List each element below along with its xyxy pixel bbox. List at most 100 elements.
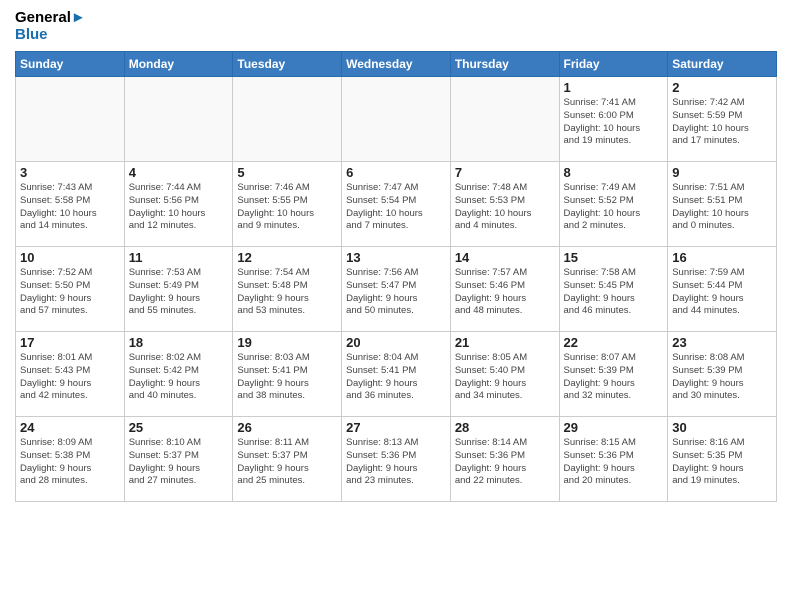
day-cell: 20Sunrise: 8:04 AM Sunset: 5:41 PM Dayli… [342,332,451,417]
day-number: 12 [237,250,337,265]
day-info: Sunrise: 8:08 AM Sunset: 5:39 PM Dayligh… [672,352,772,403]
day-number: 4 [129,165,229,180]
logo-text: General► Blue [15,10,86,43]
day-info: Sunrise: 7:43 AM Sunset: 5:58 PM Dayligh… [20,182,120,233]
day-number: 19 [237,335,337,350]
weekday-header-friday: Friday [559,52,668,77]
day-info: Sunrise: 8:13 AM Sunset: 5:36 PM Dayligh… [346,437,446,488]
weekday-header-saturday: Saturday [668,52,777,77]
day-cell: 14 Sunrise: 7:57 AM Sunset: 5:46 PM Dayli… [450,247,559,332]
calendar-table: SundayMondayTuesdayWednesdayThursdayFrid… [15,51,777,502]
week-row-1: 1 Sunrise: 7:41 AM Sunset: 6:00 PM Daylig… [16,77,777,162]
day-info: Sunrise: 7:41 AM Sunset: 6:00 PM Dayligh… [564,97,664,148]
header: General► Blue [15,10,777,43]
day-number: 30 [672,420,772,435]
day-number: 13 [346,250,446,265]
day-cell: 29 Sunrise: 8:15 AM Sunset: 5:36 PM Dayli… [559,417,668,502]
day-number: 15 [564,250,664,265]
day-cell: 12 Sunrise: 7:54 AM Sunset: 5:48 PM Dayli… [233,247,342,332]
day-info: Sunrise: 8:02 AM Sunset: 5:42 PM Dayligh… [129,352,229,403]
day-cell: 9 Sunrise: 7:51 AM Sunset: 5:51 PM Daylig… [668,162,777,247]
day-cell: 21Sunrise: 8:05 AM Sunset: 5:40 PM Dayli… [450,332,559,417]
weekday-header-thursday: Thursday [450,52,559,77]
weekday-header-tuesday: Tuesday [233,52,342,77]
day-number: 25 [129,420,229,435]
day-info: Sunrise: 8:11 AM Sunset: 5:37 PM Dayligh… [237,437,337,488]
day-info: Sunrise: 7:52 AM Sunset: 5:50 PM Dayligh… [20,267,120,318]
day-info: Sunrise: 8:15 AM Sunset: 5:36 PM Dayligh… [564,437,664,488]
day-cell: 24Sunrise: 8:09 AM Sunset: 5:38 PM Dayli… [16,417,125,502]
day-cell: 3 Sunrise: 7:43 AM Sunset: 5:58 PM Daylig… [16,162,125,247]
day-info: Sunrise: 7:58 AM Sunset: 5:45 PM Dayligh… [564,267,664,318]
day-info: Sunrise: 7:44 AM Sunset: 5:56 PM Dayligh… [129,182,229,233]
day-cell: 15 Sunrise: 7:58 AM Sunset: 5:45 PM Dayli… [559,247,668,332]
page: General► Blue SundayMondayTuesdayWednesd… [0,0,792,612]
week-row-4: 17 Sunrise: 8:01 AM Sunset: 5:43 PM Dayli… [16,332,777,417]
day-info: Sunrise: 7:46 AM Sunset: 5:55 PM Dayligh… [237,182,337,233]
day-cell [450,77,559,162]
day-number: 5 [237,165,337,180]
logo: General► Blue [15,10,86,43]
day-number: 2 [672,80,772,95]
day-number: 29 [564,420,664,435]
day-cell: 16 Sunrise: 7:59 AM Sunset: 5:44 PM Dayli… [668,247,777,332]
day-number: 6 [346,165,446,180]
day-cell: 26 Sunrise: 8:11 AM Sunset: 5:37 PM Dayli… [233,417,342,502]
day-info: Sunrise: 8:07 AM Sunset: 5:39 PM Dayligh… [564,352,664,403]
day-cell: 17 Sunrise: 8:01 AM Sunset: 5:43 PM Dayli… [16,332,125,417]
day-info: Sunrise: 8:05 AM Sunset: 5:40 PM Dayligh… [455,352,555,403]
day-number: 1 [564,80,664,95]
day-info: Sunrise: 8:16 AM Sunset: 5:35 PM Dayligh… [672,437,772,488]
day-info: Sunrise: 8:01 AM Sunset: 5:43 PM Dayligh… [20,352,120,403]
day-info: Sunrise: 7:53 AM Sunset: 5:49 PM Dayligh… [129,267,229,318]
weekday-header-sunday: Sunday [16,52,125,77]
day-cell: 6Sunrise: 7:47 AM Sunset: 5:54 PM Daylig… [342,162,451,247]
day-number: 28 [455,420,555,435]
day-info: Sunrise: 8:03 AM Sunset: 5:41 PM Dayligh… [237,352,337,403]
day-number: 8 [564,165,664,180]
day-cell: 25 Sunrise: 8:10 AM Sunset: 5:37 PM Dayli… [124,417,233,502]
day-info: Sunrise: 7:56 AM Sunset: 5:47 PM Dayligh… [346,267,446,318]
day-info: Sunrise: 7:42 AM Sunset: 5:59 PM Dayligh… [672,97,772,148]
day-number: 23 [672,335,772,350]
day-number: 26 [237,420,337,435]
day-number: 27 [346,420,446,435]
day-number: 3 [20,165,120,180]
day-number: 22 [564,335,664,350]
day-cell: 1 Sunrise: 7:41 AM Sunset: 6:00 PM Daylig… [559,77,668,162]
day-cell: 8 Sunrise: 7:49 AM Sunset: 5:52 PM Daylig… [559,162,668,247]
day-number: 18 [129,335,229,350]
day-number: 16 [672,250,772,265]
day-cell: 10Sunrise: 7:52 AM Sunset: 5:50 PM Dayli… [16,247,125,332]
day-cell: 4 Sunrise: 7:44 AM Sunset: 5:56 PM Daylig… [124,162,233,247]
day-info: Sunrise: 7:54 AM Sunset: 5:48 PM Dayligh… [237,267,337,318]
day-info: Sunrise: 7:49 AM Sunset: 5:52 PM Dayligh… [564,182,664,233]
day-number: 14 [455,250,555,265]
day-info: Sunrise: 8:14 AM Sunset: 5:36 PM Dayligh… [455,437,555,488]
day-cell [16,77,125,162]
day-cell: 18 Sunrise: 8:02 AM Sunset: 5:42 PM Dayli… [124,332,233,417]
day-info: Sunrise: 7:59 AM Sunset: 5:44 PM Dayligh… [672,267,772,318]
day-number: 17 [20,335,120,350]
day-number: 24 [20,420,120,435]
weekday-header-row: SundayMondayTuesdayWednesdayThursdayFrid… [16,52,777,77]
day-number: 7 [455,165,555,180]
day-cell: 7 Sunrise: 7:48 AM Sunset: 5:53 PM Daylig… [450,162,559,247]
day-info: Sunrise: 7:57 AM Sunset: 5:46 PM Dayligh… [455,267,555,318]
day-cell: 13 Sunrise: 7:56 AM Sunset: 5:47 PM Dayli… [342,247,451,332]
day-cell: 19 Sunrise: 8:03 AM Sunset: 5:41 PM Dayli… [233,332,342,417]
day-number: 9 [672,165,772,180]
day-info: Sunrise: 7:48 AM Sunset: 5:53 PM Dayligh… [455,182,555,233]
day-info: Sunrise: 7:51 AM Sunset: 5:51 PM Dayligh… [672,182,772,233]
day-info: Sunrise: 8:10 AM Sunset: 5:37 PM Dayligh… [129,437,229,488]
week-row-2: 3 Sunrise: 7:43 AM Sunset: 5:58 PM Daylig… [16,162,777,247]
day-cell: 5 Sunrise: 7:46 AM Sunset: 5:55 PM Daylig… [233,162,342,247]
week-row-3: 10Sunrise: 7:52 AM Sunset: 5:50 PM Dayli… [16,247,777,332]
day-info: Sunrise: 8:04 AM Sunset: 5:41 PM Dayligh… [346,352,446,403]
day-cell: 30 Sunrise: 8:16 AM Sunset: 5:35 PM Dayli… [668,417,777,502]
day-cell: 22 Sunrise: 8:07 AM Sunset: 5:39 PM Dayli… [559,332,668,417]
day-cell: 2 Sunrise: 7:42 AM Sunset: 5:59 PM Daylig… [668,77,777,162]
day-number: 11 [129,250,229,265]
weekday-header-wednesday: Wednesday [342,52,451,77]
day-cell [342,77,451,162]
